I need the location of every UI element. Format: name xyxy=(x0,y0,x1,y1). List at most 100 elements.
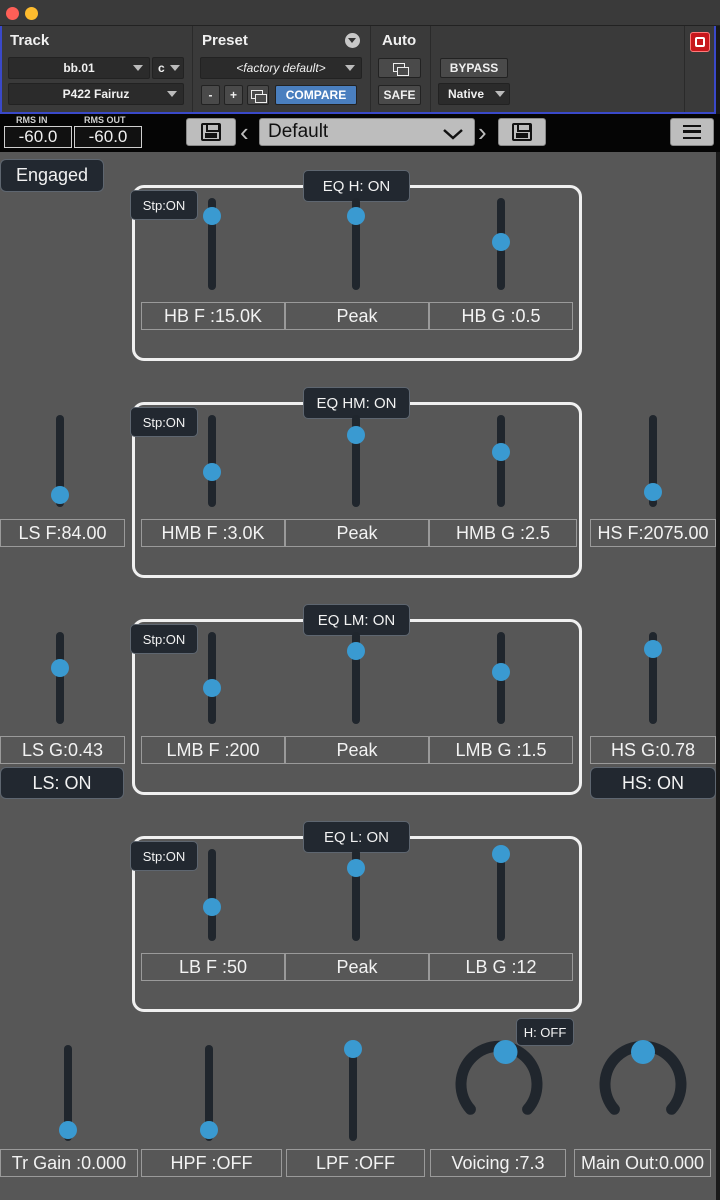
hb-shape-knob[interactable] xyxy=(347,207,365,225)
bypass-button[interactable]: BYPASS xyxy=(440,58,508,78)
hmb-freq-value[interactable]: HMB F :3.0K xyxy=(141,519,285,547)
previous-preset-button[interactable]: - xyxy=(201,85,220,105)
lmb-shape-knob[interactable] xyxy=(347,642,365,660)
track-channel: c xyxy=(158,61,165,75)
save-icon xyxy=(201,123,221,141)
native-label: Native xyxy=(448,87,485,101)
compare-button[interactable]: COMPARE xyxy=(275,85,357,105)
trim-gain-value[interactable]: Tr Gain :0.000 xyxy=(0,1149,138,1177)
hb-freq-knob[interactable] xyxy=(203,207,221,225)
chevron-down-icon xyxy=(345,65,355,71)
hb-freq-value[interactable]: HB F :15.0K xyxy=(141,302,285,330)
channel-select[interactable]: c xyxy=(152,57,184,79)
preset-name: <factory default> xyxy=(236,61,326,75)
menu-button[interactable] xyxy=(670,118,714,146)
safe-button[interactable]: SAFE xyxy=(378,85,421,105)
ls-gain-value[interactable]: LS G:0.43 xyxy=(0,736,125,764)
voicing-knob[interactable] xyxy=(454,1036,544,1126)
hb-shape-value[interactable]: Peak xyxy=(285,302,429,330)
track-label: Track xyxy=(10,32,50,49)
h-toggle[interactable]: H: OFF xyxy=(516,1018,574,1046)
hmb-gain-slider[interactable] xyxy=(497,415,505,507)
engaged-button[interactable]: Engaged xyxy=(0,159,104,192)
hb-gain-knob[interactable] xyxy=(492,233,510,251)
copy-icon xyxy=(251,89,267,103)
ls-gain-knob[interactable] xyxy=(51,659,69,677)
hmb-freq-slider[interactable] xyxy=(208,415,216,507)
lmb-shape-value[interactable]: Peak xyxy=(285,736,429,764)
eq-high-mid-step-toggle[interactable]: Stp:ON xyxy=(130,407,198,437)
minimize-window-icon[interactable] xyxy=(25,7,38,20)
plugin-host-header: Track Preset Auto bb.01 c P422 Fairuz <f… xyxy=(0,26,716,114)
hs-freq-knob[interactable] xyxy=(644,483,662,501)
hpf-value[interactable]: HPF :OFF xyxy=(141,1149,282,1177)
preset-select[interactable]: <factory default> xyxy=(200,57,362,79)
circle-dropdown-icon[interactable] xyxy=(345,33,360,48)
hs-freq-value[interactable]: HS F:2075.00 xyxy=(590,519,716,547)
hs-gain-value[interactable]: HS G:0.78 xyxy=(590,736,716,764)
hs-gain-knob[interactable] xyxy=(644,640,662,658)
eq-high-step-toggle[interactable]: Stp:ON xyxy=(130,190,198,220)
insert-name: P422 Fairuz xyxy=(62,87,130,101)
close-window-icon[interactable] xyxy=(6,7,19,20)
hmb-shape-knob[interactable] xyxy=(347,426,365,444)
header-divider xyxy=(192,26,193,112)
rms-in-label: RMS IN xyxy=(16,115,48,125)
lpf-value[interactable]: LPF :OFF xyxy=(286,1149,425,1177)
chevron-down-icon xyxy=(167,91,177,97)
lmb-freq-knob[interactable] xyxy=(203,679,221,697)
hpf-knob[interactable] xyxy=(200,1121,218,1139)
hmb-gain-value[interactable]: HMB G :2.5 xyxy=(429,519,577,547)
lmb-freq-slider[interactable] xyxy=(208,632,216,724)
preset-dropdown-value: Default xyxy=(268,121,329,142)
chevron-right-icon[interactable]: › xyxy=(478,119,487,145)
lb-freq-slider[interactable] xyxy=(208,849,216,941)
rms-out-label: RMS OUT xyxy=(84,115,126,125)
save-as-button[interactable] xyxy=(498,118,546,146)
eq-low-step-toggle[interactable]: Stp:ON xyxy=(130,841,198,871)
lb-shape-value[interactable]: Peak xyxy=(285,953,429,981)
automation-button[interactable] xyxy=(378,58,421,78)
ls-gain-slider[interactable] xyxy=(56,632,64,724)
track-select[interactable]: bb.01 xyxy=(8,57,150,79)
insert-select[interactable]: P422 Fairuz xyxy=(8,83,184,105)
hb-gain-value[interactable]: HB G :0.5 xyxy=(429,302,573,330)
copy-icon xyxy=(392,62,409,76)
voicing-value[interactable]: Voicing :7.3 xyxy=(430,1149,566,1177)
save-preset-button[interactable] xyxy=(186,118,236,146)
lb-gain-value[interactable]: LB G :12 xyxy=(429,953,573,981)
lpf-knob[interactable] xyxy=(344,1040,362,1058)
native-select[interactable]: Native xyxy=(438,83,510,105)
ls-freq-knob[interactable] xyxy=(51,486,69,504)
lb-shape-knob[interactable] xyxy=(347,859,365,877)
main-out-value[interactable]: Main Out:0.000 xyxy=(574,1149,711,1177)
lb-gain-knob[interactable] xyxy=(492,845,510,863)
high-shelf-toggle[interactable]: HS: ON xyxy=(590,767,716,799)
ls-freq-value[interactable]: LS F:84.00 xyxy=(0,519,125,547)
chevron-left-icon[interactable]: ‹ xyxy=(240,119,249,145)
menu-icon xyxy=(683,125,701,139)
next-preset-button[interactable]: + xyxy=(224,85,243,105)
hmb-shape-value[interactable]: Peak xyxy=(285,519,429,547)
lb-freq-value[interactable]: LB F :50 xyxy=(141,953,285,981)
chevron-down-icon xyxy=(170,65,180,71)
copy-settings-button[interactable] xyxy=(247,85,269,105)
chevron-down-icon xyxy=(133,65,143,71)
hmb-freq-knob[interactable] xyxy=(203,463,221,481)
trim-gain-knob[interactable] xyxy=(59,1121,77,1139)
low-shelf-toggle[interactable]: LS: ON xyxy=(0,767,124,799)
rms-out-value: -60.0 xyxy=(74,126,142,148)
rms-in-value: -60.0 xyxy=(4,126,72,148)
lb-freq-knob[interactable] xyxy=(203,898,221,916)
preset-label: Preset xyxy=(202,32,248,49)
lpf-slider[interactable] xyxy=(349,1045,357,1141)
preset-dropdown[interactable]: Default xyxy=(259,118,475,146)
main-out-knob[interactable] xyxy=(598,1036,688,1126)
hmb-gain-knob[interactable] xyxy=(492,443,510,461)
header-divider xyxy=(684,26,685,112)
lmb-gain-knob[interactable] xyxy=(492,663,510,681)
lmb-gain-value[interactable]: LMB G :1.5 xyxy=(429,736,573,764)
lmb-freq-value[interactable]: LMB F :200 xyxy=(141,736,285,764)
eq-low-mid-step-toggle[interactable]: Stp:ON xyxy=(130,624,198,654)
power-icon[interactable] xyxy=(690,32,710,52)
